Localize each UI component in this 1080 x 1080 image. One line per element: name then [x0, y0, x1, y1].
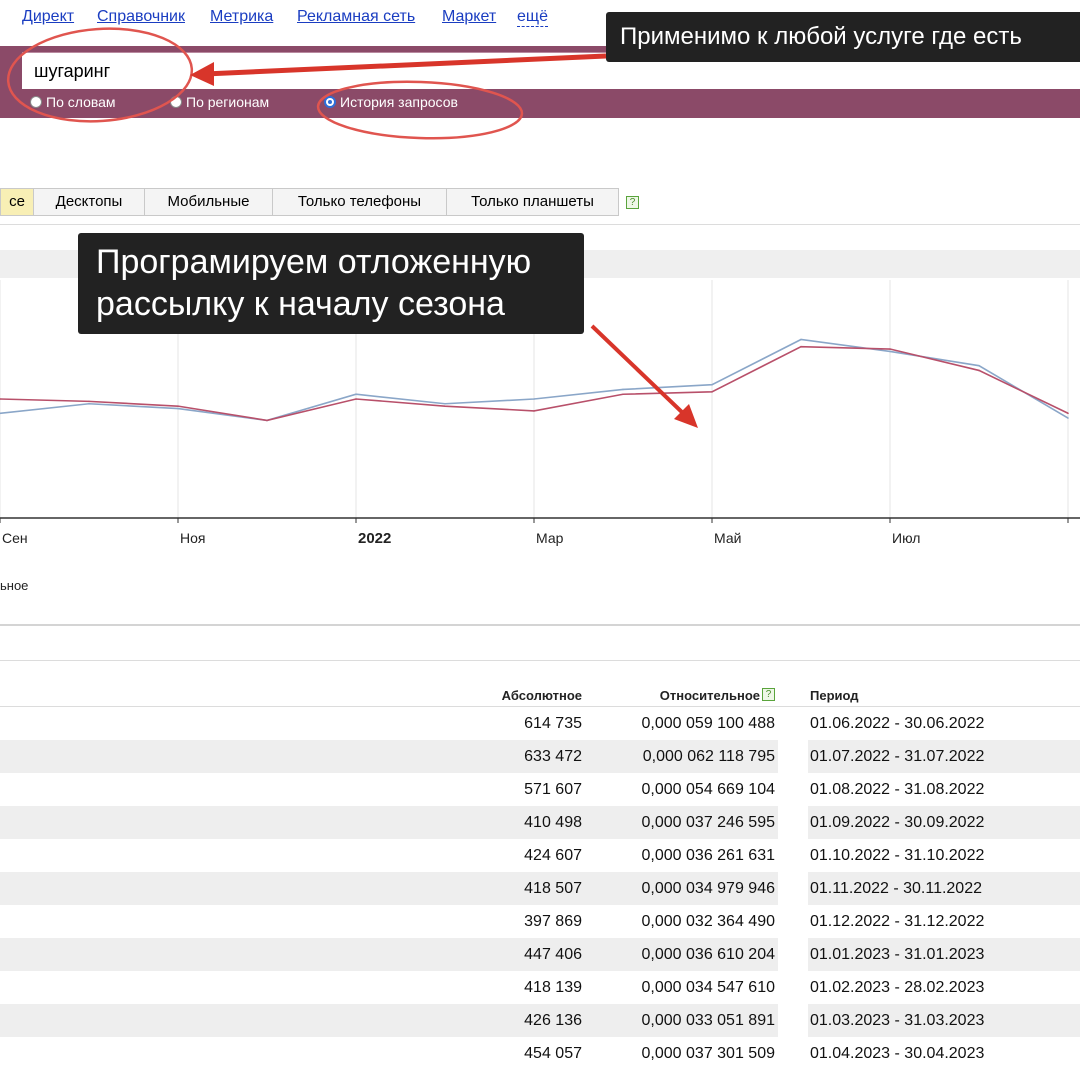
cell-period: 01.10.2022 - 31.10.2022	[810, 847, 985, 864]
cell-relative: 0,000 062 118 795	[642, 748, 775, 765]
cell-relative: 0,000 033 051 891	[641, 1012, 775, 1029]
x-tick-label: 2022	[358, 530, 392, 547]
series-point	[266, 419, 268, 422]
table-row: 454 057 0,000 037 301 509 01.04.2023 - 30.…	[0, 1037, 1080, 1070]
divider	[0, 624, 1080, 626]
table-row: 447 406 0,000 036 610 204 01.01.2023 - 31.…	[0, 938, 1080, 971]
table-row: 397 869 0,000 032 364 490 01.12.2022 - 31.…	[0, 905, 1080, 938]
x-tick-label: Мар	[536, 530, 564, 546]
x-tick-label: Сен	[2, 530, 28, 546]
annotation-line: рассылку к началу сезона	[96, 285, 505, 323]
cell-relative: 0,000 059 100 488	[641, 715, 775, 732]
legend-fragment: ьное	[0, 578, 29, 593]
table-row: 424 607 0,000 036 261 631 01.10.2022 - 31.…	[0, 839, 1080, 872]
x-tick-label: Июл	[892, 530, 921, 546]
table-row: 418 507 0,000 034 979 946 01.11.2022 - 30.…	[0, 872, 1080, 905]
cell-period: 01.06.2022 - 30.06.2022	[810, 715, 985, 732]
cell-absolute: 614 735	[524, 715, 582, 732]
table-row: 426 136 0,000 033 051 891 01.03.2023 - 31.…	[0, 1004, 1080, 1037]
cell-relative: 0,000 032 364 490	[641, 913, 775, 930]
cell-absolute: 397 869	[524, 913, 582, 930]
table-row: 633 472 0,000 062 118 795 01.07.2022 - 31.…	[0, 740, 1080, 773]
cell-period: 01.04.2023 - 30.04.2023	[810, 1045, 985, 1062]
series-point	[444, 402, 446, 405]
cell-period: 01.09.2022 - 30.09.2022	[810, 814, 985, 831]
cell-absolute: 426 136	[524, 1012, 582, 1029]
table-row: 418 139 0,000 034 547 610 01.02.2023 - 28.…	[0, 971, 1080, 1004]
help-icon[interactable]: ?	[762, 688, 775, 701]
cell-period: 01.08.2022 - 31.08.2022	[810, 781, 985, 798]
series-point	[978, 364, 980, 367]
series-point	[177, 407, 179, 410]
series-point	[533, 398, 535, 400]
table-row: 410 498 0,000 037 246 595 01.09.2022 - 30.…	[0, 806, 1080, 839]
cell-period: 01.11.2022 - 30.11.2022	[810, 880, 982, 897]
cell-absolute: 418 507	[524, 880, 582, 897]
annotation-line: Програмируем отложенную	[96, 243, 532, 281]
series-point	[177, 405, 179, 407]
series-point	[622, 393, 624, 396]
column-header-absolute[interactable]: Абсолютное	[502, 688, 582, 703]
series-point	[1067, 412, 1069, 415]
cell-relative: 0,000 034 979 946	[641, 880, 775, 897]
table-row: 571 607 0,000 054 669 104 01.08.2022 - 31.…	[0, 773, 1080, 806]
cell-relative: 0,000 034 547 610	[641, 979, 775, 996]
series-point	[889, 350, 891, 353]
series-point	[88, 402, 90, 405]
cell-absolute: 410 498	[524, 814, 582, 831]
series-point	[444, 405, 446, 407]
cell-relative: 0,000 037 246 595	[641, 814, 775, 831]
cell-absolute: 571 607	[524, 781, 582, 798]
cell-absolute: 418 139	[524, 979, 582, 996]
series-point	[889, 348, 891, 350]
series-point	[711, 391, 713, 393]
cell-period: 01.01.2023 - 31.01.2023	[810, 946, 985, 963]
cell-period: 01.03.2023 - 31.03.2023	[810, 1012, 985, 1029]
series-point	[800, 338, 802, 341]
series-point	[622, 388, 624, 391]
series-point	[355, 393, 357, 396]
cell-relative: 0,000 036 610 204	[641, 946, 775, 963]
cell-relative: 0,000 037 301 509	[641, 1045, 775, 1062]
cell-absolute: 454 057	[524, 1045, 582, 1062]
x-tick-label: Ноя	[180, 530, 206, 546]
cell-relative: 0,000 036 261 631	[641, 847, 775, 864]
cell-period: 01.12.2022 - 31.12.2022	[810, 913, 985, 930]
cell-period: 01.02.2023 - 28.02.2023	[810, 979, 985, 996]
divider	[0, 660, 1080, 661]
annotation-callout: Програмируем отложенную рассылку к начал…	[78, 233, 584, 334]
cell-absolute: 633 472	[524, 748, 582, 765]
series-point	[1067, 417, 1069, 419]
x-tick-label: Май	[714, 530, 742, 546]
series-point	[800, 345, 802, 348]
series-point	[533, 410, 535, 412]
cell-absolute: 447 406	[524, 946, 582, 963]
cell-period: 01.07.2022 - 31.07.2022	[810, 748, 985, 765]
column-header-period[interactable]: Период	[810, 688, 859, 703]
series-point	[88, 400, 90, 403]
series-point	[355, 398, 357, 400]
series-point	[711, 383, 713, 386]
table-row: 614 735 0,000 059 100 488 01.06.2022 - 30.…	[0, 707, 1080, 740]
series-point	[978, 369, 980, 372]
cell-absolute: 424 607	[524, 847, 582, 864]
cell-relative: 0,000 054 669 104	[641, 781, 775, 798]
column-header-relative[interactable]: Относительное	[660, 688, 760, 703]
annotation-callout: Применимо к любой услуге где есть	[606, 12, 1080, 62]
